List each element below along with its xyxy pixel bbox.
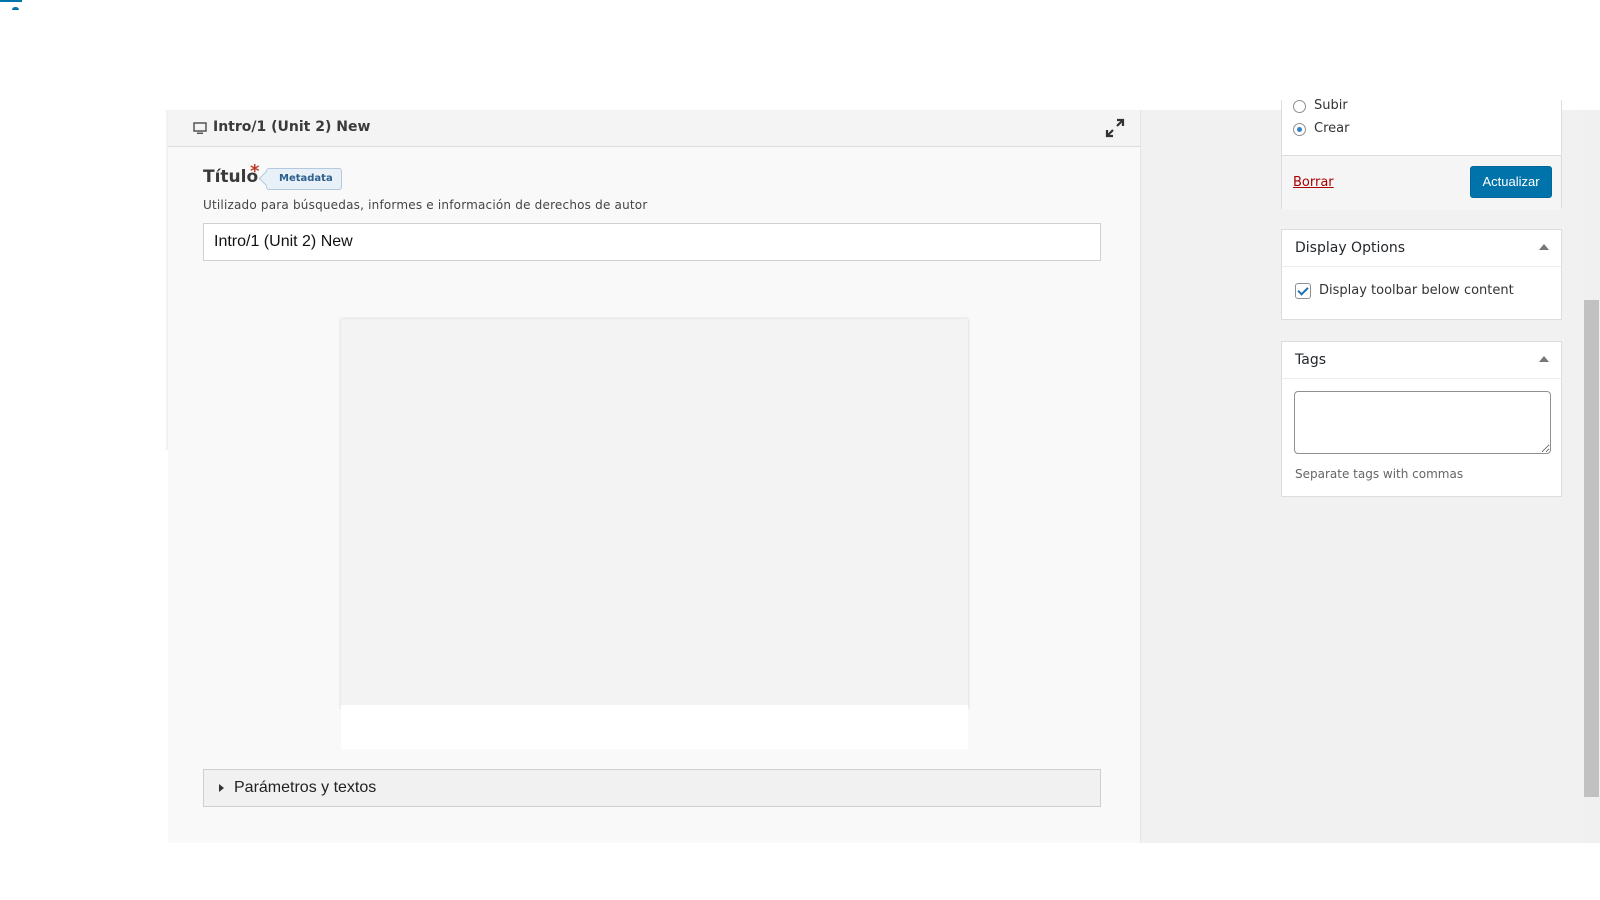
metadata-button[interactable]: Metadata: [266, 168, 342, 190]
fullscreen-expand-icon[interactable]: [1104, 117, 1126, 139]
accent-dot: [12, 7, 19, 10]
delete-link[interactable]: Borrar: [1293, 175, 1334, 190]
display-toolbar-label[interactable]: Display toolbar below content: [1319, 283, 1514, 298]
parameters-label: Parámetros y textos: [234, 779, 377, 796]
title-input[interactable]: [203, 223, 1101, 261]
radio-create[interactable]: [1293, 123, 1306, 136]
required-asterisk: *: [250, 161, 260, 182]
update-button[interactable]: Actualizar: [1470, 166, 1552, 198]
accent-bar: [0, 0, 22, 2]
tags-header[interactable]: Tags: [1282, 342, 1561, 379]
display-options-box: Display Options Display toolbar below co…: [1281, 229, 1562, 320]
radio-upload-label: Subir: [1314, 98, 1348, 113]
radio-create-label: Crear: [1314, 121, 1350, 136]
scrollbar-thumb[interactable]: [1584, 300, 1599, 797]
tags-help-text: Separate tags with commas: [1295, 467, 1464, 481]
editor-header: Intro/1 (Unit 2) New: [168, 110, 1140, 147]
title-field-description: Utilizado para búsquedas, informes e inf…: [203, 198, 648, 212]
tags-title: Tags: [1295, 352, 1326, 368]
display-options-title: Display Options: [1295, 240, 1406, 256]
content-preview-footer: [341, 705, 968, 749]
collapse-arrow-icon[interactable]: [1539, 244, 1549, 250]
editor-header-title: Intro/1 (Unit 2) New: [213, 119, 371, 135]
tags-input[interactable]: [1294, 391, 1551, 454]
collapse-arrow-icon[interactable]: [1539, 356, 1549, 362]
tags-box: Tags Separate tags with commas: [1281, 341, 1562, 497]
publish-actions: Borrar Actualizar: [1282, 155, 1561, 210]
top-left-accent: [0, 0, 22, 10]
content-preview-frame: [341, 319, 968, 709]
caret-right-icon: [219, 784, 224, 792]
display-options-header[interactable]: Display Options: [1282, 230, 1561, 267]
radio-upload[interactable]: [1293, 100, 1306, 113]
h5p-editor-panel: Intro/1 (Unit 2) New Título * Metadata U…: [168, 110, 1141, 843]
monitor-icon: [193, 122, 207, 134]
display-toolbar-checkbox[interactable]: [1295, 283, 1311, 299]
publish-box: Subir Crear Borrar Actualizar: [1281, 98, 1562, 210]
parameters-and-texts-toggle[interactable]: Parámetros y textos: [203, 769, 1101, 807]
